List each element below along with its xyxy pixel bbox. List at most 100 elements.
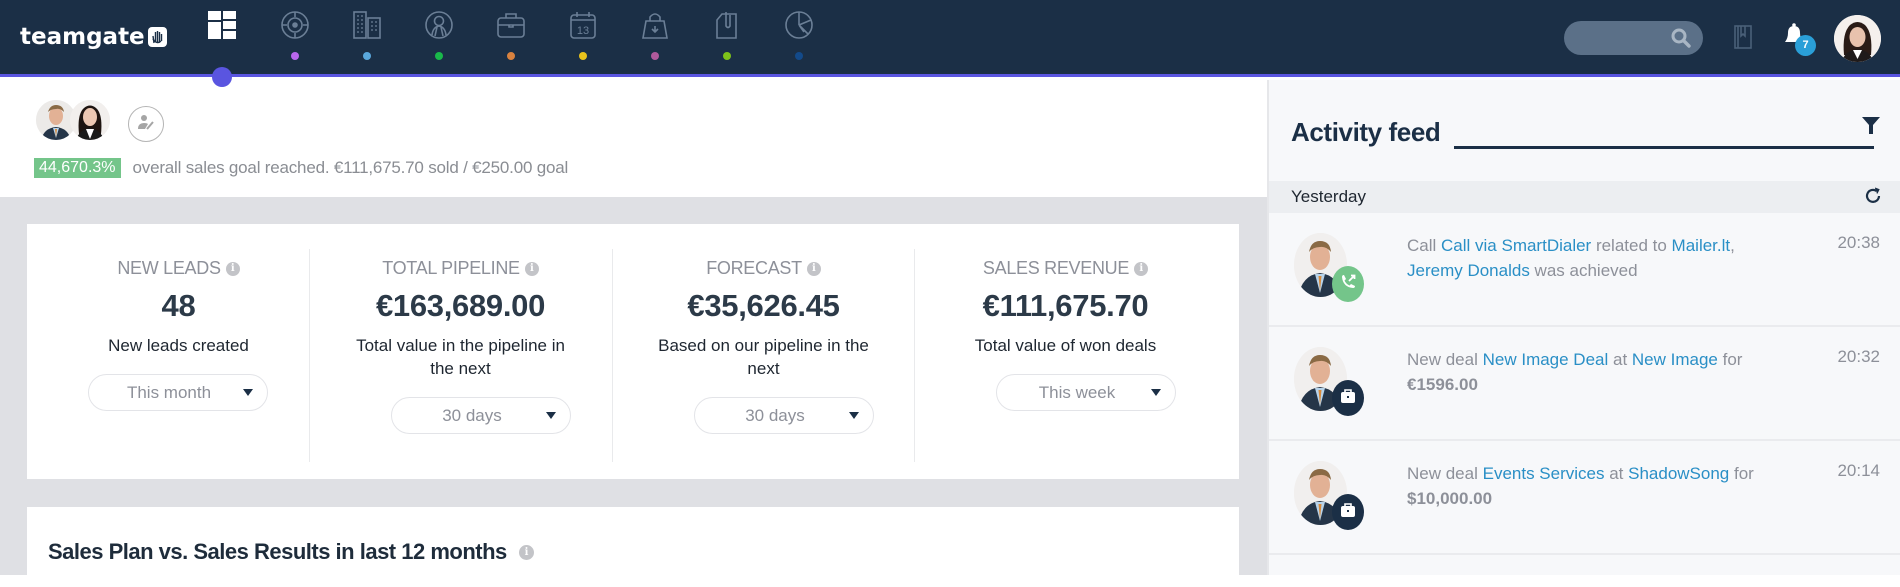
search-icon[interactable] [1671,28,1691,53]
deal-link[interactable]: New Image Deal [1483,350,1609,369]
nav-dot-calendar [579,52,587,60]
period-select[interactable]: 30 days [391,397,571,434]
calendar-icon: 13 [566,8,600,42]
period-select-value: 30 days [442,405,502,425]
stat-forecast: FORECAST i €35,626.45 Based on our pipeli… [612,224,915,479]
nav-item-companies[interactable] [343,8,391,64]
nav-dot-reports [795,52,803,60]
nav-item-deals[interactable] [487,8,535,64]
search-box[interactable] [1564,21,1703,55]
nav-item-reports[interactable] [775,8,823,64]
stat-description: Total value of won deals [974,336,1157,355]
stat-value: 48 [161,288,196,323]
logo-text: teamgate [20,24,145,50]
stat-total-pipeline: TOTAL PIPELINE i €163,689.00 Total value … [309,224,612,479]
assign-users-button[interactable] [128,106,164,142]
info-icon[interactable]: i [524,261,539,276]
activity-feed-title: Activity feed [1291,117,1441,147]
feed-item-time: 20:14 [1837,461,1880,480]
stat-title-text: SALES REVENUE [982,258,1130,278]
feed-text-part: for [1729,464,1754,483]
caret-down-icon [1151,389,1161,396]
info-icon[interactable]: i [806,261,821,276]
stat-sales-revenue: SALES REVENUE i €111,675.70 Total value o… [914,224,1217,479]
nav-item-people[interactable] [415,8,463,64]
team-avatars[interactable] [36,100,110,140]
activity-feed-header: Activity feed [1269,80,1900,181]
company-link[interactable]: New Image [1632,350,1718,369]
period-select-value: This week [1038,382,1116,402]
info-icon[interactable]: i [225,261,240,276]
document-clip-icon [710,8,744,42]
feed-text-part: related to [1591,236,1672,255]
dashboard-grid-icon [205,8,239,42]
contact-link[interactable]: Jeremy Donalds [1407,261,1530,280]
stat-title: SALES REVENUE i [914,258,1217,279]
company-link[interactable]: ShadowSong [1628,464,1729,483]
nav-dot-deals [507,52,515,60]
caret-down-icon [546,412,556,419]
stat-value: €163,689.00 [375,288,546,323]
feed-text-part: , [1730,236,1735,255]
briefcase-icon [494,8,528,42]
nav-item-calendar[interactable]: 13 [559,8,607,64]
company-link[interactable]: Mailer.lt [1672,236,1731,255]
feed-item[interactable]: New deal New Image Deal at New Image for… [1269,327,1900,441]
nav-item-leads[interactable] [271,8,319,64]
feed-item-time: 20:32 [1837,347,1880,366]
nav-item-dashboard[interactable] [198,8,246,64]
stat-title: TOTAL PIPELINE i [309,258,612,279]
deal-amount: €1596.00 [1407,375,1478,394]
nav-dot-people [435,52,443,60]
nav-dot-documents [723,52,731,60]
deal-type-badge [1332,380,1364,416]
stat-description: Based on our pipeline in the next [658,336,869,378]
sales-goal-header: 44,670.3% overall sales goal reached. €1… [0,80,1267,197]
dashboard-main: 44,670.3% overall sales goal reached. €1… [0,80,1267,587]
period-select[interactable]: This week [996,374,1176,411]
activity-feed-panel: Activity feed Yesterday Call Call via Sm… [1267,80,1900,575]
avatar-female[interactable] [70,100,110,140]
feed-avatar [1294,233,1364,302]
nav-item-documents[interactable] [703,8,751,64]
feed-text-part: Call [1407,236,1442,255]
info-icon[interactable]: i [1134,261,1149,276]
feed-item-time: 20:38 [1837,233,1880,252]
day-label: Yesterday [1291,187,1366,206]
feed-avatar [1294,347,1364,416]
stat-new-leads: NEW LEADS i 48 New leads created This mon… [27,224,330,479]
call-type-badge [1332,266,1364,302]
briefcase-icon [1340,388,1356,409]
call-link[interactable]: Call via SmartDialer [1441,236,1591,255]
buildings-icon [350,8,384,42]
user-edit-icon [136,112,156,137]
stat-title-text: TOTAL PIPELINE [382,258,520,278]
teamgate-logo[interactable]: teamgate [20,24,167,50]
bookmark-book-icon[interactable] [1733,24,1753,55]
stat-value: €111,675.70 [982,288,1149,323]
info-icon[interactable]: i [518,544,534,560]
active-nav-indicator [212,67,232,87]
notifications-button[interactable]: 7 [1781,22,1821,58]
search-input[interactable] [1576,27,1671,49]
feed-item[interactable]: Call Call via SmartDialer related to Mai… [1269,213,1900,327]
period-select[interactable]: 30 days [694,397,874,434]
user-avatar[interactable] [1834,15,1881,62]
stat-title-text: NEW LEADS [117,258,221,278]
period-select[interactable]: This month [88,374,268,411]
stat-description: Total value in the pipeline in the next [356,336,565,378]
deal-link[interactable]: Events Services [1483,464,1605,483]
filter-icon[interactable] [1861,116,1881,141]
feed-avatar [1294,461,1364,530]
period-select-value: 30 days [745,405,805,425]
nav-item-sales[interactable] [631,8,679,64]
top-navigation-bar: teamgate 13 7 [0,0,1900,77]
feed-text-part: New deal [1407,350,1483,369]
feed-item[interactable]: New deal Events Services at ShadowSong f… [1269,441,1900,555]
caret-down-icon [243,389,253,396]
kpi-stats-card: NEW LEADS i 48 New leads created This mon… [27,224,1239,479]
feed-item-text: New deal Events Services at ShadowSong f… [1407,461,1767,511]
refresh-icon[interactable] [1863,186,1883,211]
shopping-bag-icon [638,8,672,42]
logo-hand-icon [147,27,167,47]
